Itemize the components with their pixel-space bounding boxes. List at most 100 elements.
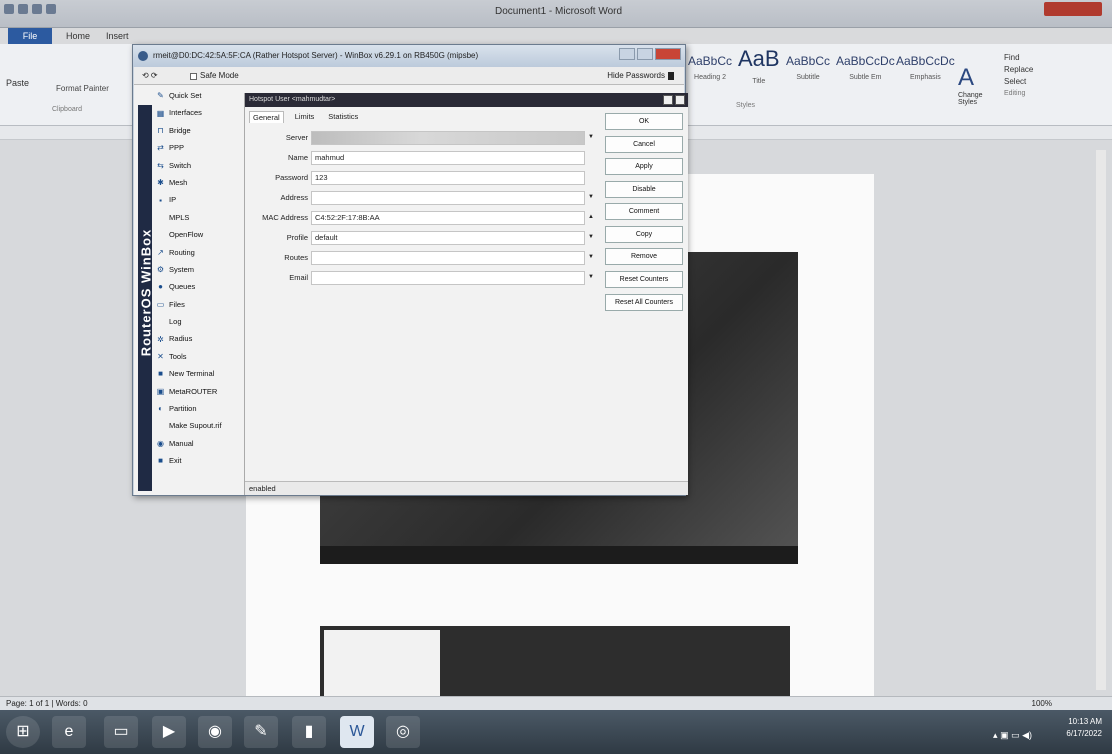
menu-item-switch[interactable]: ⇆ Switch <box>156 157 241 174</box>
replace-button[interactable]: Replace <box>1004 64 1033 76</box>
dialog-restore-button[interactable] <box>663 95 673 105</box>
undo-redo-buttons[interactable]: ⟲ ⟳ <box>142 67 158 85</box>
menu-item-label: Routing <box>169 247 195 257</box>
remove-button[interactable]: Remove <box>605 248 683 265</box>
dropdown-arrow-icon[interactable]: ▼ <box>588 254 594 260</box>
winbox-window-controls <box>619 48 681 60</box>
menu-item-make-supout-rif[interactable]: Make Supout.rif <box>156 417 241 434</box>
dialog-title-bar[interactable]: Hotspot User <mahmudtar> <box>245 93 688 107</box>
comment-button[interactable]: Comment <box>605 203 683 220</box>
chrome-icon[interactable]: ◉ <box>198 716 232 748</box>
password-field[interactable]: 123 <box>311 171 585 185</box>
dialog-buttons: OK Cancel Apply Disable Comment Copy Remove Res… <box>605 113 685 316</box>
menu-item-partition[interactable]: ◐ Partition <box>156 400 241 417</box>
menu-item-system[interactable]: ⚙ System <box>156 261 241 278</box>
profile-field[interactable]: default <box>311 231 585 245</box>
routes-field[interactable] <box>311 251 585 265</box>
dropdown-arrow-icon[interactable]: ▼ <box>588 134 594 140</box>
select-button[interactable]: Select <box>1004 76 1033 88</box>
menu-item-radius[interactable]: ✲ Radius <box>156 330 241 347</box>
menu-item-routing[interactable]: ↗ Routing <box>156 244 241 261</box>
paint-icon[interactable]: ✎ <box>244 716 278 748</box>
menu-item-queues[interactable]: ● Queues <box>156 278 241 295</box>
menu-item-mesh[interactable]: ✱ Mesh <box>156 174 241 191</box>
system-tray-icons[interactable]: ▴ ▣ ▭ ◀) <box>993 730 1032 741</box>
file-explorer-icon[interactable]: ▭ <box>104 716 138 748</box>
clock[interactable]: 10:13 AM 6/17/2022 <box>1066 716 1102 740</box>
log-icon <box>156 317 165 326</box>
tab-insert[interactable]: Insert <box>106 28 129 44</box>
copy-button[interactable]: Copy <box>605 225 683 243</box>
menu-item-label: IP <box>169 195 177 205</box>
reset-all-counters-button[interactable]: Reset All Counters <box>605 293 683 311</box>
reset-counters-button[interactable]: Reset Counters <box>605 271 683 288</box>
close-button[interactable] <box>655 48 681 60</box>
vertical-scrollbar[interactable] <box>1096 150 1106 690</box>
internet-explorer-icon[interactable]: e <box>52 716 86 748</box>
menu-item-quick-set[interactable]: ✎ Quick Set <box>156 87 241 104</box>
format-painter-button[interactable]: Format Painter <box>56 84 109 93</box>
tab-statistics[interactable]: Statistics <box>325 111 361 123</box>
cancel-button[interactable]: Cancel <box>605 135 683 153</box>
tab-file[interactable]: File <box>8 28 52 44</box>
window-controls[interactable] <box>1044 2 1102 16</box>
menu-item-log[interactable]: Log <box>156 313 241 330</box>
menu-item-new-terminal[interactable]: ■ New Terminal <box>156 365 241 382</box>
menu-item-bridge[interactable]: ⊓ Bridge <box>156 122 241 139</box>
winbox-title-bar[interactable]: rmeit@D0:DC:42:5A:5F:CA (Rather Hotspot … <box>133 45 685 67</box>
apply-button[interactable]: Apply <box>605 158 683 175</box>
dropdown-arrow-icon[interactable]: ▼ <box>588 274 594 280</box>
style-heading-2[interactable]: AaBbCc Heading 2 <box>688 54 732 81</box>
safe-mode-toggle[interactable]: Safe Mode <box>190 67 239 85</box>
tab-general[interactable]: General <box>249 111 284 123</box>
maximize-button[interactable] <box>637 48 653 60</box>
name-label: Name <box>287 153 308 162</box>
menu-item-openflow[interactable]: OpenFlow <box>156 226 241 243</box>
menu-item-metarouter[interactable]: ▣ MetaROUTER <box>156 383 241 400</box>
ip-icon: ▪ <box>159 195 162 205</box>
winbox-taskbar-icon[interactable]: ▮ <box>292 716 326 748</box>
minimize-button[interactable] <box>619 48 635 60</box>
ok-button[interactable]: OK <box>605 113 683 130</box>
menu-item-tools[interactable]: ✕ Tools <box>156 348 241 365</box>
start-button[interactable]: ⊞ <box>6 716 40 748</box>
menu-item-manual[interactable]: ◉ Manual <box>156 435 241 452</box>
menu-item-exit[interactable]: ■ Exit <box>156 452 241 469</box>
menu-item-ip[interactable]: ▪ IP <box>156 191 241 208</box>
menu-item-mpls[interactable]: MPLS <box>156 209 241 226</box>
word-logo-icon[interactable] <box>4 4 14 14</box>
tab-limits[interactable]: Limits <box>292 111 318 123</box>
menu-item-ppp[interactable]: ⇄ PPP <box>156 139 241 156</box>
undo-icon[interactable] <box>32 4 42 14</box>
paste-button[interactable]: Paste <box>6 78 29 88</box>
tab-home[interactable]: Home <box>66 28 90 44</box>
address-field[interactable] <box>311 191 585 205</box>
style-subtitle[interactable]: AaBbCc Subtitle <box>786 54 830 81</box>
hide-passwords-toggle[interactable]: Hide Passwords <box>607 67 674 85</box>
dropdown-arrow-icon[interactable]: ▼ <box>588 234 594 240</box>
change-styles-button[interactable]: A Change Styles <box>958 64 988 106</box>
style-emphasis[interactable]: AaBbCcDc Emphasis <box>896 54 955 81</box>
style-subtle-emphasis[interactable]: AaBbCcDc Subtle Em <box>836 54 895 81</box>
name-field[interactable]: mahmud <box>311 151 585 165</box>
redo-icon[interactable] <box>46 4 56 14</box>
form-row-name: Name mahmud <box>245 149 590 169</box>
dialog-close-button[interactable] <box>675 95 685 105</box>
find-button[interactable]: Find <box>1004 52 1033 64</box>
word-taskbar-icon[interactable]: W <box>340 716 374 748</box>
menu-item-files[interactable]: ▭ Files <box>156 296 241 313</box>
dropdown-arrow-icon[interactable]: ▲ <box>588 214 594 220</box>
save-icon[interactable] <box>18 4 28 14</box>
media-player-icon[interactable]: ▶ <box>152 716 186 748</box>
embedded-screenshot-2[interactable] <box>320 626 790 706</box>
email-field[interactable] <box>311 271 585 285</box>
app-taskbar-icon[interactable]: ◎ <box>386 716 420 748</box>
style-title[interactable]: AaB Title <box>738 46 780 85</box>
disable-button[interactable]: Disable <box>605 180 683 198</box>
menu-item-label: Tools <box>169 351 187 361</box>
dropdown-arrow-icon[interactable]: ▼ <box>588 194 594 200</box>
mac-address-field[interactable]: C4:52:2F:17:8B:AA <box>311 211 585 225</box>
server-field[interactable] <box>311 131 585 145</box>
zoom-level[interactable]: 100% <box>1032 697 1052 710</box>
menu-item-interfaces[interactable]: ▦ Interfaces <box>156 104 241 121</box>
